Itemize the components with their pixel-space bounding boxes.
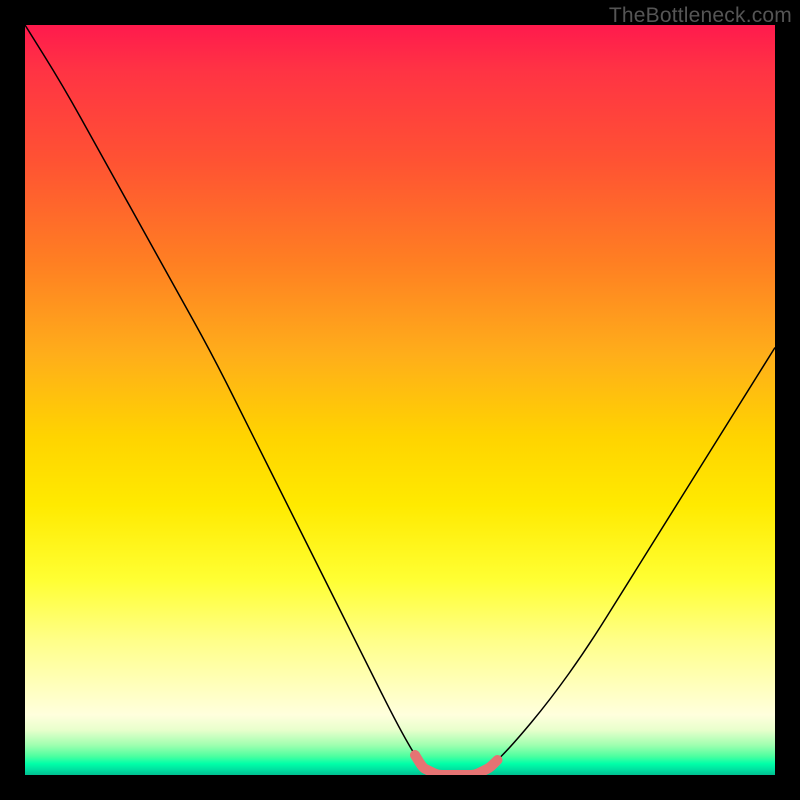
attribution-text: TheBottleneck.com [609, 4, 792, 28]
chart-svg [25, 25, 775, 775]
curve-highlight [415, 755, 498, 775]
chart-frame: TheBottleneck.com [0, 0, 800, 800]
curve-line [25, 25, 775, 775]
chart-plot-area [25, 25, 775, 775]
